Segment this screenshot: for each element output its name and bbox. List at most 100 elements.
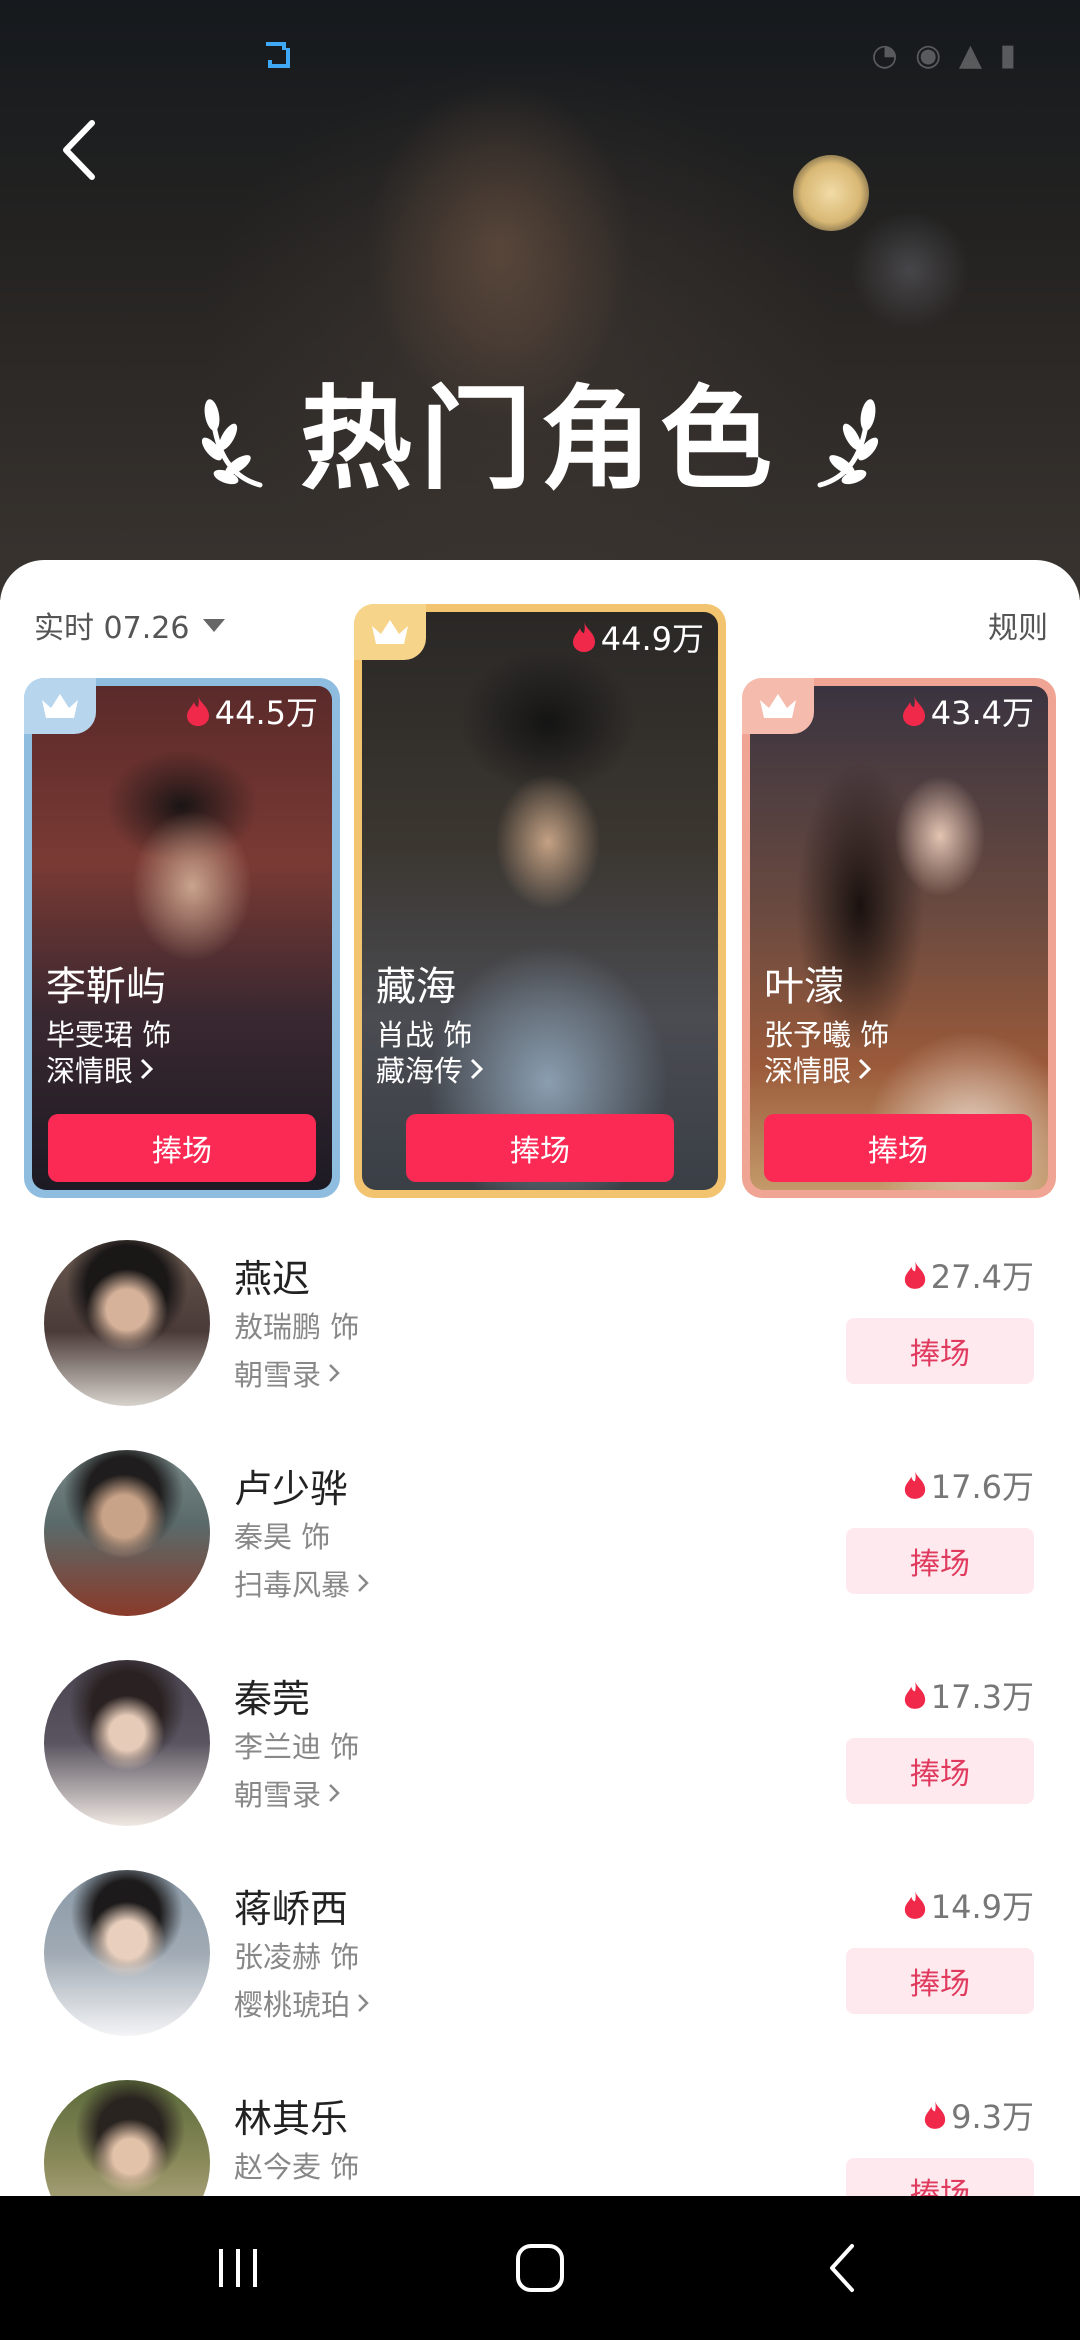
character-name: 李靳屿 (46, 964, 166, 1010)
list-item[interactable]: 燕迟 敖瑞鹏 饰 朝雪录 27.4万 捧场 (0, 1240, 1080, 1450)
list-item[interactable]: 卢少骅 秦昊 饰 扫毒风暴 17.6万 捧场 (0, 1450, 1080, 1660)
heat-count: 43.4万 (901, 688, 1034, 734)
crown-icon (372, 620, 408, 644)
heat-value: 14.9万 (930, 1888, 1034, 1926)
character-name: 林其乐 (234, 2097, 349, 2141)
recent-apps-button[interactable] (158, 2196, 318, 2340)
screen-record-icon (266, 42, 290, 68)
page-title: 热门角色 (300, 377, 780, 502)
chevron-right-icon (329, 1784, 340, 1802)
rank-badge (742, 678, 814, 734)
show-link[interactable]: 樱桃琥珀 (234, 1982, 370, 2024)
heat-value: 17.3万 (930, 1678, 1034, 1716)
support-button[interactable]: 捧场 (406, 1114, 674, 1182)
character-name: 叶濛 (764, 964, 844, 1010)
flame-icon (904, 1471, 925, 1499)
show-title: 樱桃琥珀 (234, 1988, 351, 2022)
list-item[interactable]: 秦莞 李兰迪 饰 朝雪录 17.3万 捧场 (0, 1660, 1080, 1870)
actor-name: 敖瑞鹏 饰 (234, 1310, 360, 1344)
heat-count: 17.6万 (903, 1462, 1034, 1508)
show-link[interactable]: 深情眼 (46, 1048, 155, 1090)
chevron-right-icon (858, 1058, 872, 1080)
laurel-right-icon (817, 399, 878, 488)
avatar (44, 1660, 210, 1826)
actor-name: 张凌赫 饰 (234, 1940, 360, 1974)
character-photo (362, 612, 718, 1190)
hero-light-bokeh-blur (850, 210, 970, 330)
rules-link[interactable]: 规则 (988, 603, 1048, 647)
character-name: 蒋峤西 (234, 1887, 349, 1931)
heat-value: 17.6万 (930, 1468, 1034, 1506)
character-name: 秦莞 (234, 1677, 311, 1721)
heat-value: 27.4万 (930, 1258, 1034, 1296)
support-button[interactable]: 捧场 (846, 1738, 1034, 1804)
show-link[interactable]: 深情眼 (764, 1048, 873, 1090)
back-button[interactable] (50, 115, 110, 185)
chevron-right-icon (470, 1058, 484, 1080)
show-title: 深情眼 (764, 1054, 852, 1088)
flame-icon (904, 1681, 925, 1709)
flame-icon (904, 1261, 925, 1289)
heat-value: 44.9万 (600, 620, 704, 658)
flame-icon (924, 2101, 946, 2129)
dropdown-triangle-icon (203, 618, 226, 632)
hero-title-block: 热门角色 (0, 380, 1080, 500)
support-button[interactable]: 捧场 (846, 1528, 1034, 1594)
heat-count: 27.4万 (903, 1252, 1034, 1298)
show-title: 朝雪录 (234, 1358, 322, 1392)
date-selector[interactable]: 实时 07.26 (34, 603, 226, 647)
top-card-1[interactable]: 44.9万 藏海 肖战 饰 藏海传 捧场 (354, 604, 726, 1198)
hero-light-bokeh (793, 155, 869, 231)
avatar (44, 1450, 210, 1616)
flame-icon (572, 622, 595, 652)
show-title: 朝雪录 (234, 1778, 322, 1812)
actor-name: 李兰迪 饰 (234, 1730, 360, 1764)
flame-icon (902, 696, 925, 726)
crown-icon (42, 694, 78, 718)
chevron-right-icon (140, 1058, 154, 1080)
avatar (44, 1870, 210, 2036)
home-button[interactable] (460, 2196, 620, 2340)
top-card-3[interactable]: 43.4万 叶濛 张予曦 饰 深情眼 捧场 (742, 678, 1056, 1198)
heat-value: 9.3万 (951, 2098, 1034, 2136)
laurel-left-icon (202, 399, 263, 488)
flame-icon (904, 1891, 925, 1919)
show-link[interactable]: 朝雪录 (234, 1352, 341, 1394)
support-button[interactable]: 捧场 (846, 1948, 1034, 2014)
heat-count: 14.9万 (903, 1882, 1034, 1928)
heat-count: 44.5万 (185, 688, 318, 734)
support-button[interactable]: 捧场 (764, 1114, 1032, 1182)
home-icon (516, 2244, 564, 2292)
system-back-button[interactable] (762, 2196, 922, 2340)
flame-icon (186, 696, 209, 726)
rank-badge (24, 678, 96, 734)
show-link[interactable]: 藏海传 (376, 1048, 485, 1090)
crown-icon (760, 694, 796, 718)
top-card-2[interactable]: 44.5万 李靳屿 毕雯珺 饰 深情眼 捧场 (24, 678, 340, 1198)
character-name: 藏海 (376, 964, 456, 1010)
show-title: 深情眼 (46, 1054, 134, 1088)
character-name: 卢少骅 (234, 1467, 349, 1511)
chevron-right-icon (329, 1364, 340, 1382)
avatar (44, 1240, 210, 1406)
recent-apps-icon (219, 2249, 257, 2287)
list-item[interactable]: 蒋峤西 张凌赫 饰 樱桃琥珀 14.9万 捧场 (0, 1870, 1080, 2080)
status-bar-icons: ◔ ◉ ▲ ▮ (871, 38, 1020, 73)
actor-name: 秦昊 饰 (234, 1520, 331, 1554)
rank-badge (354, 604, 426, 660)
heat-count: 44.9万 (571, 614, 704, 660)
heat-count: 17.3万 (903, 1672, 1034, 1718)
support-button[interactable]: 捧场 (846, 1318, 1034, 1384)
show-title: 扫毒风暴 (234, 1568, 351, 1602)
back-arrow-icon (63, 120, 95, 180)
show-title: 藏海传 (376, 1054, 464, 1088)
back-chevron-icon (830, 2244, 854, 2292)
hero-banner: ◔ ◉ ▲ ▮ (0, 0, 1080, 600)
support-button[interactable]: 捧场 (48, 1114, 316, 1182)
chevron-right-icon (358, 1574, 369, 1592)
show-link[interactable]: 扫毒风暴 (234, 1562, 370, 1604)
show-link[interactable]: 朝雪录 (234, 1772, 341, 1814)
character-name: 燕迟 (234, 1257, 311, 1301)
date-label: 实时 07.26 (34, 611, 190, 646)
chevron-right-icon (358, 1994, 369, 2012)
